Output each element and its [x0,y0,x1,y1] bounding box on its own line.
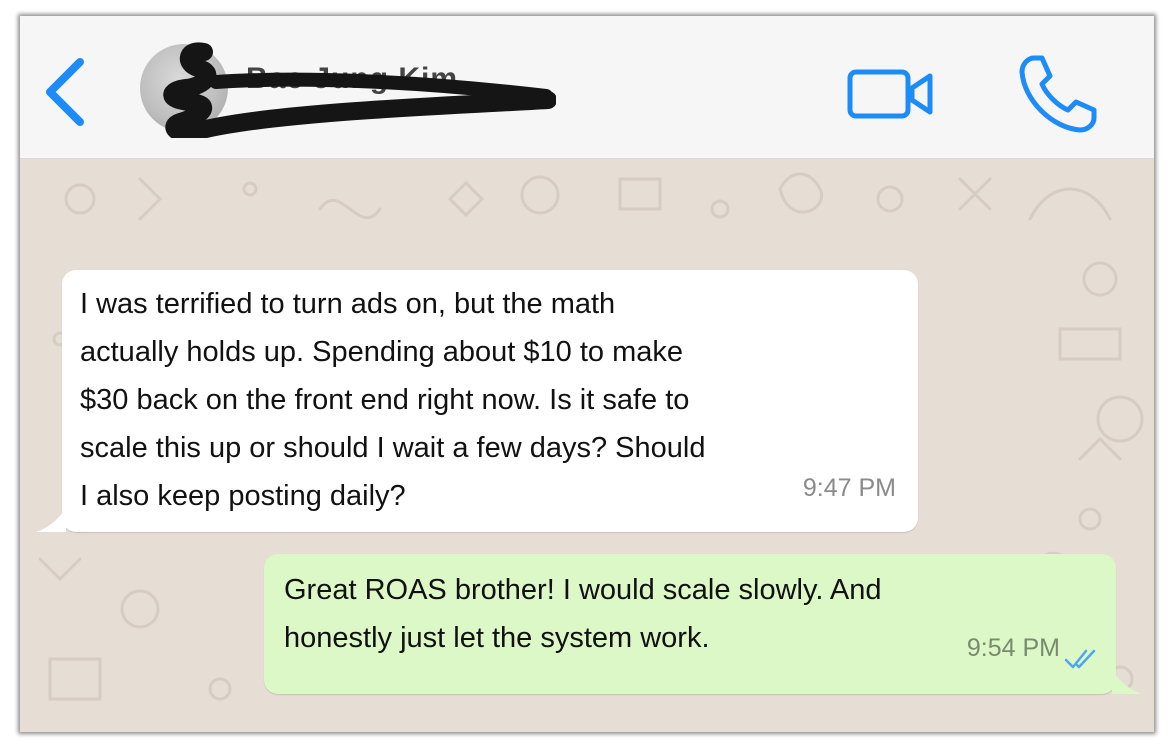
video-camera-icon [847,69,933,119]
message-text: I was terrified to turn ads on, but the … [80,288,706,512]
voice-call-button[interactable] [1016,52,1100,136]
video-call-button[interactable] [846,66,942,122]
message-timestamp: 9:54 PM [966,634,1060,662]
message-timestamp: 9:47 PM [802,474,896,502]
outgoing-bubble-tail [1112,670,1142,694]
chat-window: Bae Jung Kim I was terrified to turn ads… [20,16,1154,732]
double-check-icon [1064,649,1096,669]
message-text: Great ROAS brother! I would scale slowly… [284,574,882,654]
chevron-left-icon [46,58,84,126]
contact-name[interactable]: Bae Jung Kim [246,62,458,96]
incoming-bubble-tail [36,508,66,532]
phone-icon [1019,55,1097,133]
avatar[interactable] [140,44,228,132]
chat-header: Bae Jung Kim [20,16,1154,159]
outgoing-message-bubble[interactable]: Great ROAS brother! I would scale slowly… [264,554,1142,694]
incoming-message-bubble[interactable]: I was terrified to turn ads on, but the … [36,270,918,532]
back-button[interactable] [38,52,98,132]
